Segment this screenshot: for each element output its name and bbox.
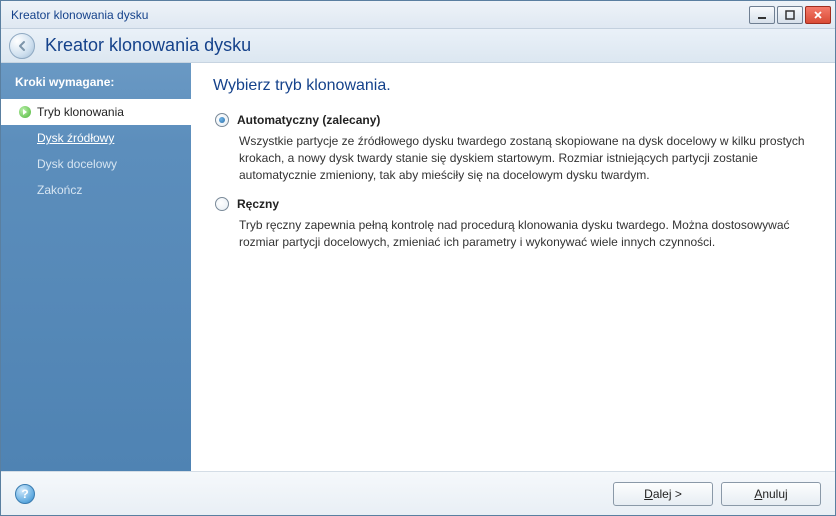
option-head: Ręczny — [215, 197, 813, 211]
step-label: Tryb klonowania — [37, 105, 124, 119]
option-head: Automatyczny (zalecany) — [215, 113, 813, 127]
minimize-button[interactable] — [749, 6, 775, 24]
close-button[interactable] — [805, 6, 831, 24]
page-title: Wybierz tryb klonowania. — [213, 77, 813, 95]
header: Kreator klonowania dysku — [1, 29, 835, 63]
hotkey: D — [644, 487, 653, 501]
option-description: Tryb ręczny zapewnia pełną kontrolę nad … — [215, 217, 813, 251]
body: Kroki wymagane: Tryb klonowania Dysk źró… — [1, 63, 835, 471]
step-label: Dysk źródłowy — [37, 131, 114, 145]
sidebar-heading: Kroki wymagane: — [1, 71, 191, 99]
maximize-button[interactable] — [777, 6, 803, 24]
arrow-icon — [19, 106, 31, 118]
header-title: Kreator klonowania dysku — [45, 35, 251, 56]
window-title: Kreator klonowania dysku — [11, 8, 749, 22]
option-manual[interactable]: Ręczny Tryb ręczny zapewnia pełną kontro… — [213, 197, 813, 251]
sidebar: Kroki wymagane: Tryb klonowania Dysk źró… — [1, 63, 191, 471]
option-description: Wszystkie partycje ze źródłowego dysku t… — [215, 133, 813, 183]
back-button[interactable] — [9, 33, 35, 59]
btn-rest: nuluj — [762, 487, 787, 501]
step-label: Dysk docelowy — [37, 157, 117, 171]
step-target-disk: Dysk docelowy — [1, 151, 191, 177]
option-label: Automatyczny (zalecany) — [237, 113, 380, 127]
step-source-disk[interactable]: Dysk źródłowy — [1, 125, 191, 151]
footer: ? Dalej > Anuluj — [1, 471, 835, 515]
option-automatic[interactable]: Automatyczny (zalecany) Wszystkie partyc… — [213, 113, 813, 183]
content: Wybierz tryb klonowania. Automatyczny (z… — [191, 63, 835, 471]
btn-rest: alej > — [653, 487, 682, 501]
step-cloning-mode[interactable]: Tryb klonowania — [1, 99, 191, 125]
wizard-window: Kreator klonowania dysku Kreator klonowa… — [0, 0, 836, 516]
next-button[interactable]: Dalej > — [613, 482, 713, 506]
titlebar: Kreator klonowania dysku — [1, 1, 835, 29]
step-finish: Zakończ — [1, 177, 191, 203]
radio-icon[interactable] — [215, 197, 229, 211]
help-icon[interactable]: ? — [15, 484, 35, 504]
window-controls — [749, 6, 831, 24]
cancel-button[interactable]: Anuluj — [721, 482, 821, 506]
radio-icon[interactable] — [215, 113, 229, 127]
step-label: Zakończ — [37, 183, 82, 197]
option-label: Ręczny — [237, 197, 279, 211]
